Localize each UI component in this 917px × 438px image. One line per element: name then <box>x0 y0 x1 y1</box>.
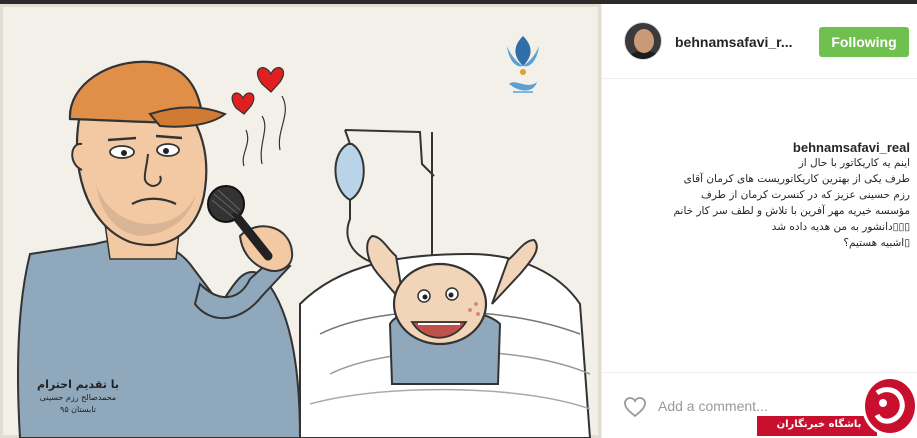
illustration-caption: با تقدیم احترام محمدصالح رزم حسینی تابست… <box>28 378 128 416</box>
header-username[interactable]: behnamsafavi_r... <box>675 34 793 50</box>
caption-comment: behnamsafavi_real اینم یه کاریکاتور با ح… <box>624 140 910 251</box>
heart-icon[interactable] <box>623 396 647 418</box>
caption-date: تابستان ۹۵ <box>60 405 96 414</box>
caricature-illustration <box>0 4 601 438</box>
watermark-text: باشگاه خبرنگاران <box>776 419 862 430</box>
avatar-face-shape <box>634 29 654 53</box>
following-button[interactable]: Following <box>819 27 909 57</box>
comment-username[interactable]: behnamsafavi_real <box>624 140 910 155</box>
post-header: behnamsafavi_r... Following <box>602 4 917 79</box>
post-image: با تقدیم احترام محمدصالح رزم حسینی تابست… <box>0 4 601 438</box>
watermark-logo-icon <box>862 376 917 436</box>
caption-artist: محمدصالح رزم حسینی <box>39 393 117 402</box>
caption-title: با تقدیم احترام <box>37 378 119 391</box>
comment-text: اینم یه کاریکاتور با حال از طرف یکی از ب… <box>673 157 910 249</box>
news-watermark: باشگاه خبرنگاران <box>757 374 917 438</box>
post-side-panel: behnamsafavi_r... Following behnamsafavi… <box>601 4 917 438</box>
avatar[interactable] <box>624 22 662 60</box>
